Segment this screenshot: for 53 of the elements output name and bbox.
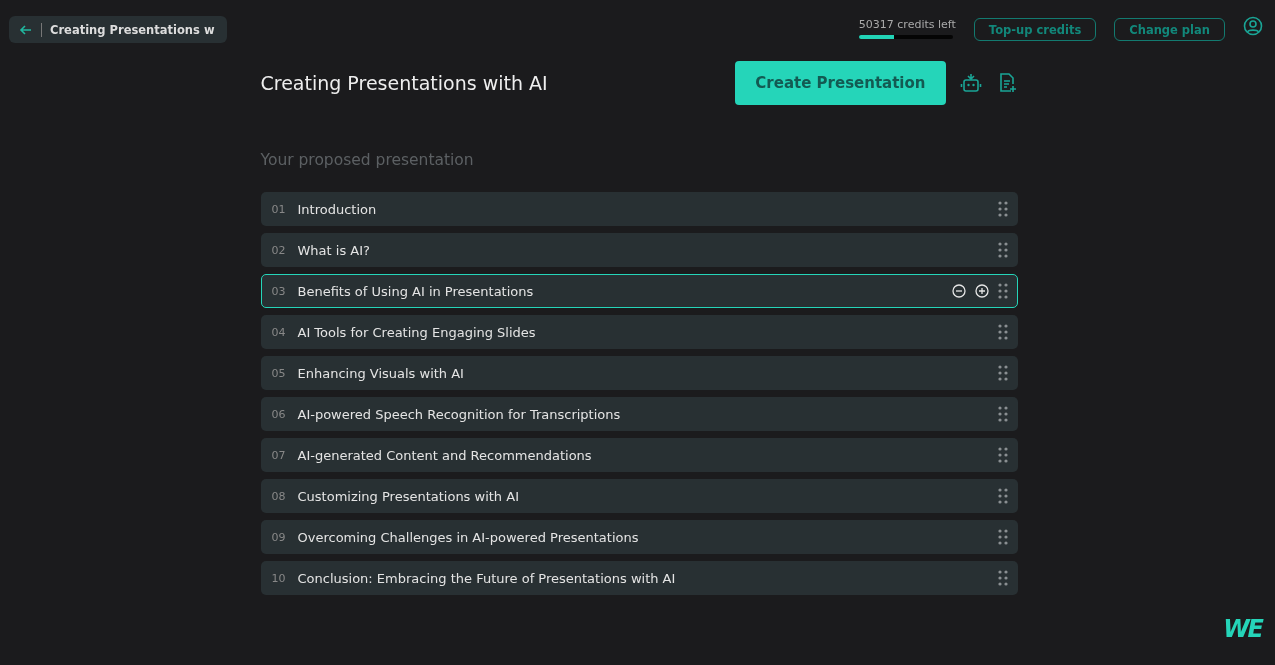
- slide-number: 10: [271, 571, 287, 585]
- slide-number: 06: [271, 407, 287, 421]
- slide-number: 01: [271, 202, 287, 216]
- slide-title: AI-powered Speech Recognition for Transcriptions: [297, 406, 621, 422]
- drag-handle-icon[interactable]: [997, 201, 1008, 217]
- slide-row[interactable]: 07 AI-generated Content and Recommendations: [260, 438, 1018, 472]
- slide-row[interactable]: 10 Conclusion: Embracing the Future of Presentations with AI: [260, 561, 1018, 595]
- slide-title: Customizing Presentations with AI: [297, 488, 519, 504]
- robot-icon[interactable]: [959, 72, 982, 94]
- slide-row[interactable]: 01 Introduction: [260, 192, 1018, 226]
- slide-title: Enhancing Visuals with AI: [297, 365, 464, 381]
- slide-row[interactable]: 05 Enhancing Visuals with AI: [260, 356, 1018, 390]
- slide-row[interactable]: 03 Benefits of Using AI in Presentations: [260, 274, 1018, 308]
- page-title: Creating Presentations with AI: [260, 72, 548, 94]
- slide-number: 05: [271, 366, 287, 380]
- plus-circle-icon[interactable]: [974, 284, 989, 298]
- slide-row[interactable]: 08 Customizing Presentations with AI: [260, 479, 1018, 513]
- slide-row[interactable]: 09 Overcoming Challenges in AI-powered Presentations: [260, 520, 1018, 554]
- breadcrumb-title: Creating Presentations w: [50, 22, 215, 37]
- slide-row[interactable]: 06 AI-powered Speech Recognition for Transcriptions: [260, 397, 1018, 431]
- change-plan-button[interactable]: Change plan: [1114, 18, 1225, 41]
- drag-handle-icon[interactable]: [997, 283, 1008, 299]
- slide-title: AI-generated Content and Recommendations: [297, 447, 592, 463]
- slide-title: Benefits of Using AI in Presentations: [297, 283, 534, 299]
- drag-handle-icon[interactable]: [997, 365, 1008, 381]
- back-arrow-icon[interactable]: [19, 22, 33, 37]
- slide-title: Overcoming Challenges in AI-powered Presentations: [297, 529, 639, 545]
- top-up-button[interactable]: Top-up credits: [973, 18, 1097, 41]
- section-label: Your proposed presentation: [260, 151, 475, 169]
- create-presentation-button[interactable]: Create Presentation: [735, 61, 946, 105]
- slide-title: Conclusion: Embracing the Future of Presentations with AI: [297, 570, 676, 586]
- slide-title: Introduction: [297, 201, 377, 217]
- drag-handle-icon[interactable]: [997, 324, 1008, 340]
- drag-handle-icon[interactable]: [997, 488, 1008, 504]
- slide-title: What is AI?: [297, 242, 370, 258]
- minus-circle-icon[interactable]: [951, 284, 966, 298]
- slide-row[interactable]: 02 What is AI?: [260, 233, 1018, 267]
- slide-number: 08: [271, 489, 287, 503]
- drag-handle-icon[interactable]: [997, 447, 1008, 463]
- drag-handle-icon[interactable]: [997, 570, 1008, 586]
- slide-number: 03: [271, 284, 287, 298]
- credits-label: 50317 credits left: [858, 18, 956, 31]
- slide-title: AI Tools for Creating Engaging Slides: [297, 324, 536, 340]
- drag-handle-icon[interactable]: [997, 242, 1008, 258]
- slide-number: 07: [271, 448, 287, 462]
- slide-row[interactable]: 04 AI Tools for Creating Engaging Slides: [260, 315, 1018, 349]
- drag-handle-icon[interactable]: [997, 406, 1008, 422]
- slide-number: 04: [271, 325, 287, 339]
- drag-handle-icon[interactable]: [997, 529, 1008, 545]
- brand-logo: WE: [1223, 615, 1262, 643]
- slide-number: 02: [271, 243, 287, 257]
- slide-number: 09: [271, 530, 287, 544]
- user-icon[interactable]: [1243, 16, 1263, 36]
